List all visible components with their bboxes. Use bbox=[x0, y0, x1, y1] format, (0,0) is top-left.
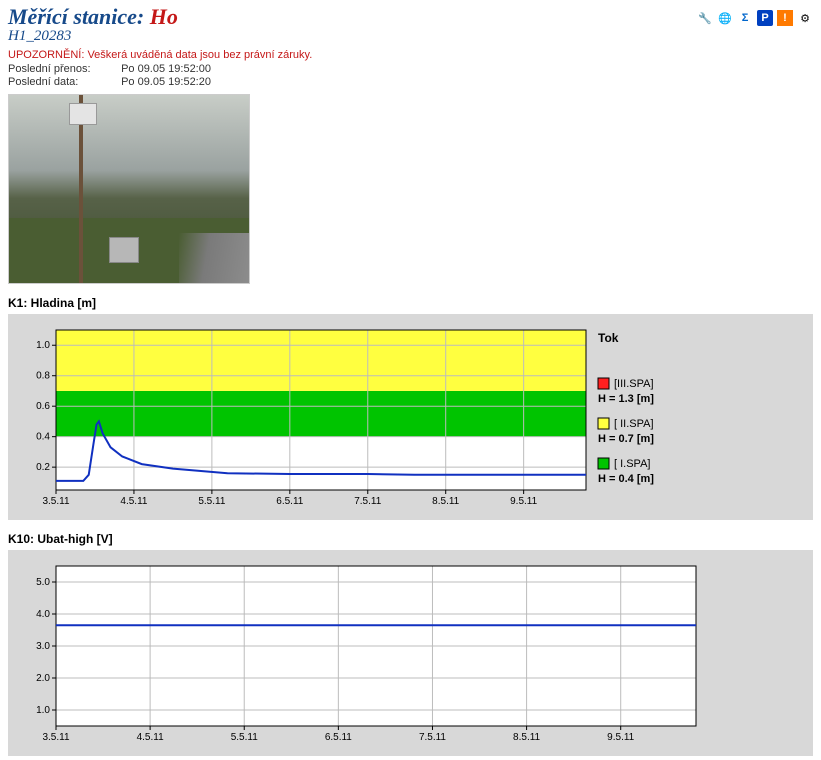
gears-icon[interactable]: ⚙ bbox=[797, 10, 813, 26]
chart-k10: 1.0 2.0 3.0 4.0 5.0 3.5.11 4.5.11 5.5.11 6.5.11 7… bbox=[16, 558, 706, 748]
svg-text:4.5.11: 4.5.11 bbox=[120, 496, 147, 507]
meta-data-label: Poslední data: bbox=[8, 76, 118, 88]
meta-transfer-label: Poslední přenos: bbox=[8, 63, 118, 75]
svg-text:3.5.11: 3.5.11 bbox=[42, 496, 69, 507]
svg-text:4.5.11: 4.5.11 bbox=[137, 732, 164, 743]
meta-data-value: Po 09.05 19:52:20 bbox=[121, 76, 211, 88]
svg-text:7.5.11: 7.5.11 bbox=[354, 496, 381, 507]
chart-k1-title: K1: Hladina [m] bbox=[8, 296, 813, 310]
header-row: Měřící stanice: Ho H1_20283 🔧 🌐 Σ P ! ⚙ bbox=[8, 4, 813, 47]
svg-text:H = 0.4 [m]: H = 0.4 [m] bbox=[598, 473, 654, 485]
svg-text:8.5.11: 8.5.11 bbox=[432, 496, 459, 507]
svg-text:0.6: 0.6 bbox=[36, 401, 50, 412]
sigma-icon[interactable]: Σ bbox=[737, 10, 753, 26]
svg-text:0.8: 0.8 bbox=[36, 371, 50, 382]
svg-text:3.5.11: 3.5.11 bbox=[42, 732, 69, 743]
svg-text:9.5.11: 9.5.11 bbox=[607, 732, 634, 743]
chart-k1-frame: 0.2 0.4 0.6 0.8 1.0 3.5.11 4.5.11 5.5.11 6.5.11 7… bbox=[8, 314, 813, 520]
svg-text:2.0: 2.0 bbox=[36, 673, 50, 684]
svg-text:5.5.11: 5.5.11 bbox=[231, 732, 258, 743]
toolbar: 🔧 🌐 Σ P ! ⚙ bbox=[697, 4, 813, 26]
meta-transfer-value: Po 09.05 19:52:00 bbox=[121, 63, 211, 75]
globe-stats-icon[interactable]: 🌐 bbox=[717, 10, 733, 26]
settings-icon[interactable]: 🔧 bbox=[697, 10, 713, 26]
svg-text:1.0: 1.0 bbox=[36, 705, 50, 716]
meta-transfer: Poslední přenos: Po 09.05 19:52:00 bbox=[8, 63, 813, 75]
svg-text:6.5.11: 6.5.11 bbox=[325, 732, 352, 743]
station-photo bbox=[8, 94, 250, 284]
title-block: Měřící stanice: Ho H1_20283 bbox=[8, 4, 178, 45]
chart-k10-title: K10: Ubat-high [V] bbox=[8, 532, 813, 546]
svg-text:5.0: 5.0 bbox=[36, 577, 50, 588]
svg-text:[ I.SPA]: [ I.SPA] bbox=[614, 458, 650, 470]
svg-text:Tok: Tok bbox=[598, 331, 619, 345]
svg-text:9.5.11: 9.5.11 bbox=[510, 496, 537, 507]
svg-text:4.0: 4.0 bbox=[36, 609, 50, 620]
svg-text:[III.SPA]: [III.SPA] bbox=[614, 378, 654, 390]
page-subtitle: H1_20283 bbox=[8, 28, 178, 45]
alert-icon[interactable]: ! bbox=[777, 10, 793, 26]
svg-text:8.5.11: 8.5.11 bbox=[513, 732, 540, 743]
svg-text:0.4: 0.4 bbox=[36, 432, 50, 443]
meta-data: Poslední data: Po 09.05 19:52:20 bbox=[8, 76, 813, 88]
page-title: Měřící stanice: Ho bbox=[8, 4, 178, 30]
svg-text:H = 1.3 [m]: H = 1.3 [m] bbox=[598, 393, 654, 405]
chart-k10-frame: 1.0 2.0 3.0 4.0 5.0 3.5.11 4.5.11 5.5.11 6.5.11 7… bbox=[8, 550, 813, 756]
svg-text:H = 0.7 [m]: H = 0.7 [m] bbox=[598, 433, 654, 445]
svg-text:7.5.11: 7.5.11 bbox=[419, 732, 446, 743]
title-name: Ho bbox=[150, 4, 178, 29]
warning-text: UPOZORNĚNÍ: Veškerá uváděná data jsou be… bbox=[8, 49, 813, 61]
svg-text:5.5.11: 5.5.11 bbox=[198, 496, 225, 507]
svg-text:6.5.11: 6.5.11 bbox=[276, 496, 303, 507]
svg-text:3.0: 3.0 bbox=[36, 641, 50, 652]
svg-text:0.2: 0.2 bbox=[36, 462, 50, 473]
svg-text:1.0: 1.0 bbox=[36, 340, 50, 351]
chart-k1: 0.2 0.4 0.6 0.8 1.0 3.5.11 4.5.11 5.5.11 6.5.11 7… bbox=[16, 322, 706, 512]
parking-icon[interactable]: P bbox=[757, 10, 773, 26]
svg-text:[ II.SPA]: [ II.SPA] bbox=[614, 418, 654, 430]
title-prefix: Měřící stanice: bbox=[8, 4, 150, 29]
